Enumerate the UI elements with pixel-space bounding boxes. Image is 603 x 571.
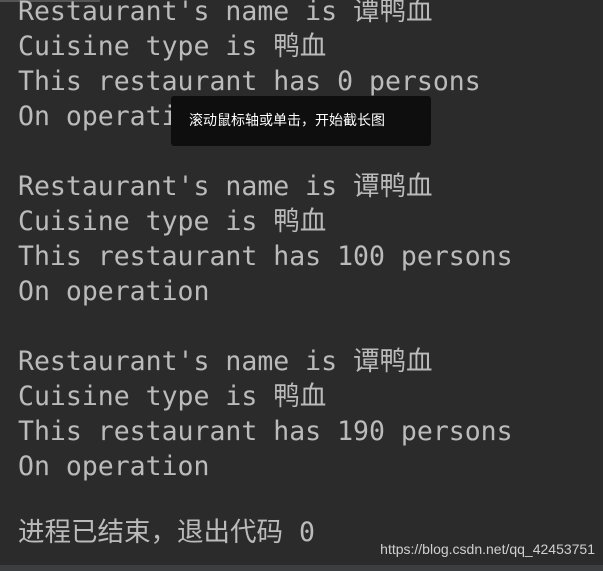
console-line: Restaurant's name is 谭鸭血 (18, 171, 433, 202)
console-line: Restaurant's name is 谭鸭血 (18, 346, 433, 377)
console-line: This restaurant has 0 persons (18, 66, 481, 97)
console-line: Cuisine type is 鸭血 (18, 31, 327, 62)
console-line: Cuisine type is 鸭血 (18, 206, 327, 237)
screenshot-tooltip[interactable]: 滚动鼠标轴或单击，开始截长图 (171, 96, 431, 146)
console-line: Restaurant's name is 谭鸭血 (18, 0, 433, 27)
exit-message: 进程已结束，退出代码 0 (18, 517, 315, 548)
console-line: Cuisine type is 鸭血 (18, 381, 327, 412)
bottom-scrollbar[interactable] (0, 565, 603, 571)
watermark: https://blog.csdn.net/qq_42453751 (380, 541, 595, 557)
console-line: On operation (18, 276, 210, 307)
console-line: On operation (18, 451, 210, 482)
console-output: Restaurant's name is 谭鸭血 Cuisine type is … (18, 0, 513, 484)
console-line: This restaurant has 100 persons (18, 241, 513, 272)
console-line: This restaurant has 190 persons (18, 416, 513, 447)
